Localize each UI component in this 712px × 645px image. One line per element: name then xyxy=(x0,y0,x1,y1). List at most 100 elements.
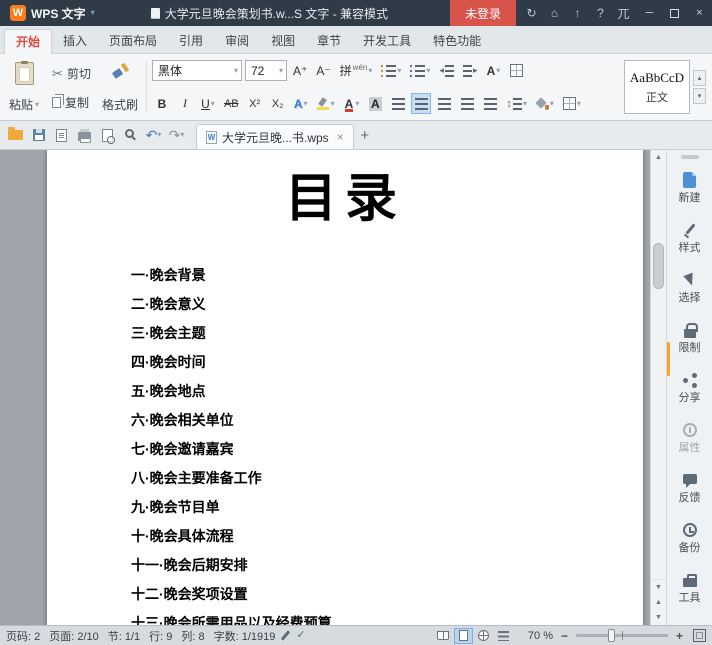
document-page[interactable]: 目录 一·晚会背景 二·晚会意义 三·晚会主题 四·晚会时间 五·晚会地点 六·… xyxy=(47,150,643,625)
open-file-button[interactable] xyxy=(4,123,27,147)
status-line[interactable]: 行: 9 xyxy=(149,628,172,644)
tab-developer[interactable]: 开发工具 xyxy=(352,30,422,53)
font-size-select[interactable]: 72 ▾ xyxy=(244,60,287,81)
tab-insert[interactable]: 插入 xyxy=(52,30,98,53)
decrease-indent-button[interactable]: ◂ xyxy=(436,60,457,81)
font-color-button[interactable]: A ▾ xyxy=(341,93,363,114)
shrink-font-button[interactable]: A⁻ xyxy=(313,60,333,81)
skin-icon[interactable]: 兀 xyxy=(612,0,635,26)
sidebar-item-share[interactable]: 分享 xyxy=(679,371,701,404)
save-button[interactable] xyxy=(27,123,50,147)
line-spacing-button[interactable]: ↕ ▾ xyxy=(503,93,530,114)
tab-references[interactable]: 引用 xyxy=(168,30,214,53)
toc-item[interactable]: 七·晚会邀请嘉宾 xyxy=(131,435,643,464)
align-center-button[interactable] xyxy=(411,93,432,114)
style-normal-button[interactable]: AaBbCcD 正文 xyxy=(624,60,690,114)
borders-button[interactable]: ▾ xyxy=(560,93,584,114)
status-column[interactable]: 列: 8 xyxy=(181,628,204,644)
toc-item[interactable]: 十二·晚会奖项设置 xyxy=(131,580,643,609)
toc-item[interactable]: 十·晚会具体流程 xyxy=(131,522,643,551)
tab-page-layout[interactable]: 页面布局 xyxy=(98,30,168,53)
sidebar-item-restrict[interactable]: 限制 xyxy=(679,321,701,354)
table-button[interactable] xyxy=(506,60,526,81)
read-mode-button[interactable] xyxy=(434,628,453,644)
align-left-button[interactable] xyxy=(388,93,408,114)
toc-item[interactable]: 九·晚会节目单 xyxy=(131,493,643,522)
status-page-of[interactable]: 页面: 2/10 xyxy=(49,628,99,644)
distribute-button[interactable] xyxy=(480,93,500,114)
status-word-count[interactable]: 字数: 1/1919 xyxy=(214,628,276,644)
text-tools-button[interactable]: A ▾ xyxy=(483,60,503,81)
sidebar-item-feedback[interactable]: 反馈 xyxy=(679,471,701,504)
tab-view[interactable]: 视图 xyxy=(260,30,306,53)
tab-review[interactable]: 审阅 xyxy=(214,30,260,53)
bullet-list-button[interactable]: ▾ xyxy=(378,60,404,81)
vertical-scrollbar[interactable]: ▲ ▼ ▲ ▼ xyxy=(650,150,666,625)
proofing-check-icon[interactable]: ✓ xyxy=(296,630,305,641)
font-name-select[interactable]: 黑体 ▾ xyxy=(151,60,242,81)
zoom-slider-thumb[interactable] xyxy=(608,629,615,642)
status-section[interactable]: 节: 1/1 xyxy=(108,628,140,644)
document-tab[interactable]: W 大学元旦晚...书.wps × xyxy=(196,124,354,149)
sync-icon[interactable]: ↻ xyxy=(520,0,543,26)
home-icon[interactable]: ⌂ xyxy=(543,0,566,26)
tab-section[interactable]: 章节 xyxy=(306,30,352,53)
zoom-slider[interactable] xyxy=(576,629,668,642)
toc-item[interactable]: 五·晚会地点 xyxy=(131,377,643,406)
zoom-in-button[interactable]: + xyxy=(673,630,686,642)
app-menu-button[interactable]: W WPS 文字 ▾ xyxy=(0,0,105,26)
subscript-button[interactable]: X₂ xyxy=(268,93,288,114)
copy-button[interactable]: 复制 xyxy=(49,92,94,112)
sidebar-item-tools[interactable]: 工具 xyxy=(679,571,701,604)
toc-item[interactable]: 二·晚会意义 xyxy=(131,290,643,319)
sidebar-item-backup[interactable]: 备份 xyxy=(679,521,701,554)
spellcheck-pencil-icon[interactable] xyxy=(281,630,291,641)
close-button[interactable]: × xyxy=(687,0,712,26)
numbered-list-button[interactable]: ▾ xyxy=(407,60,433,81)
superscript-button[interactable]: X² xyxy=(245,93,265,114)
sidebar-item-new[interactable]: 新建 xyxy=(679,171,701,204)
find-replace-button[interactable] xyxy=(119,123,142,147)
shading-button[interactable]: ▾ xyxy=(533,93,557,114)
upload-icon[interactable]: ↑ xyxy=(566,0,589,26)
close-tab-icon[interactable]: × xyxy=(337,130,344,144)
print-layout-button[interactable] xyxy=(453,627,473,644)
undo-button[interactable]: ↶ ▾ xyxy=(142,123,165,147)
print-button[interactable] xyxy=(73,123,96,147)
cut-button[interactable]: ✂ 剪切 xyxy=(49,63,94,83)
help-icon[interactable]: ? xyxy=(589,0,612,26)
sidebar-item-styles[interactable]: 样式 xyxy=(679,221,701,254)
tab-home[interactable]: 开始 xyxy=(4,29,53,54)
increase-indent-button[interactable]: ▸ xyxy=(460,60,481,81)
pinyin-guide-button[interactable]: 拼 wén ▾ xyxy=(337,60,376,81)
web-layout-button[interactable] xyxy=(474,628,493,644)
document-heading[interactable]: 目录 xyxy=(47,156,643,231)
scrollbar-track[interactable] xyxy=(651,165,666,579)
toc-item[interactable]: 四·晚会时间 xyxy=(131,348,643,377)
sidebar-item-properties[interactable]: 属性 xyxy=(679,421,701,454)
export-button[interactable] xyxy=(50,123,73,147)
toc-item[interactable]: 六·晚会相关单位 xyxy=(131,406,643,435)
tab-special-features[interactable]: 特色功能 xyxy=(422,30,492,53)
text-effects-button[interactable]: A ▾ xyxy=(291,93,311,114)
next-page-button[interactable]: ▼ xyxy=(651,610,666,625)
status-page-number[interactable]: 页码: 2 xyxy=(6,628,40,644)
scroll-up-button[interactable]: ▲ xyxy=(651,150,666,165)
scrollbar-thumb[interactable] xyxy=(653,243,664,289)
style-gallery-down-button[interactable]: ▾ xyxy=(693,88,706,104)
fullscreen-button[interactable] xyxy=(693,629,706,642)
align-right-button[interactable] xyxy=(434,93,454,114)
style-gallery-up-button[interactable]: ▴ xyxy=(693,70,706,86)
italic-button[interactable]: I xyxy=(175,93,195,114)
zoom-out-button[interactable]: − xyxy=(558,630,571,642)
new-tab-button[interactable]: + xyxy=(354,123,376,147)
justify-button[interactable] xyxy=(457,93,477,114)
redo-button[interactable]: ↷ ▾ xyxy=(165,123,188,147)
zoom-level-label[interactable]: 70 % xyxy=(528,630,553,642)
format-painter-button[interactable]: 格式刷 xyxy=(99,58,141,116)
grow-font-button[interactable]: A⁺ xyxy=(290,60,310,81)
bold-button[interactable]: B xyxy=(152,93,172,114)
toc-item[interactable]: 十一·晚会后期安排 xyxy=(131,551,643,580)
scroll-down-button[interactable]: ▼ xyxy=(651,580,666,595)
toc-item[interactable]: 十三·晚会所需用品以及经费预算 xyxy=(131,609,643,625)
